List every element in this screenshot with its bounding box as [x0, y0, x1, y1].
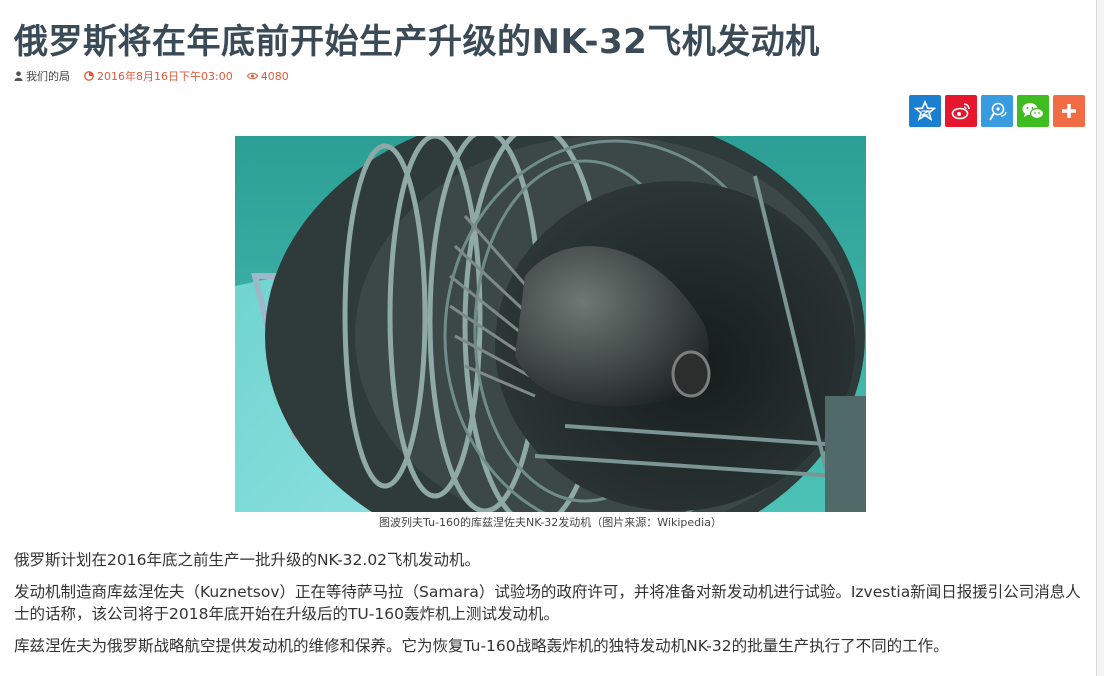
scrollbar[interactable] — [1096, 0, 1104, 676]
share-tencent-weibo-button[interactable] — [981, 95, 1013, 127]
qzone-star-icon — [914, 100, 936, 121]
article-meta: 我们的局 2016年8月16日下午03:00 4080 — [14, 68, 303, 84]
article-figure: 图波列夫Tu-160的库兹涅佐夫NK-32发动机（图片来源：Wikipedia） — [235, 136, 866, 530]
views-meta: 4080 — [246, 69, 289, 83]
share-bar — [909, 95, 1085, 127]
plus-icon — [1062, 104, 1076, 118]
weibo-icon — [951, 103, 970, 120]
paragraph: 俄罗斯计划在2016年底之前生产一批升级的NK-32.02飞机发动机。 — [14, 551, 481, 569]
share-more-button[interactable] — [1053, 95, 1085, 127]
share-wechat-button[interactable] — [1017, 95, 1049, 127]
wechat-icon — [1022, 103, 1045, 120]
paragraph: 库兹涅佐夫为俄罗斯战略航空提供发动机的维修和保养。它为恢复Tu-160战略轰炸机… — [14, 637, 949, 655]
tencent-weibo-icon — [989, 102, 1007, 121]
article-body: 俄罗斯计划在2016年底之前生产一批升级的NK-32.02飞机发动机。 发动机制… — [14, 549, 1084, 667]
user-icon — [14, 71, 23, 81]
article-title: 俄罗斯将在年底前开始生产升级的NK-32飞机发动机 — [14, 22, 820, 62]
clock-icon — [84, 71, 94, 81]
date-meta: 2016年8月16日下午03:00 — [84, 68, 233, 84]
image-caption: 图波列夫Tu-160的库兹涅佐夫NK-32发动机（图片来源：Wikipedia） — [379, 516, 722, 529]
author-name: 我们的局 — [26, 70, 70, 83]
publish-date: 2016年8月16日下午03:00 — [97, 70, 233, 83]
view-count: 4080 — [260, 69, 289, 83]
eye-icon — [246, 72, 258, 80]
share-weibo-button[interactable] — [945, 95, 977, 127]
author-meta[interactable]: 我们的局 — [14, 68, 70, 84]
share-qzone-button[interactable] — [909, 95, 941, 127]
engine-photo — [235, 136, 866, 512]
paragraph: 发动机制造商库兹涅佐夫（Kuznetsov）正在等待萨马拉（Samara）试验场… — [14, 583, 1081, 623]
